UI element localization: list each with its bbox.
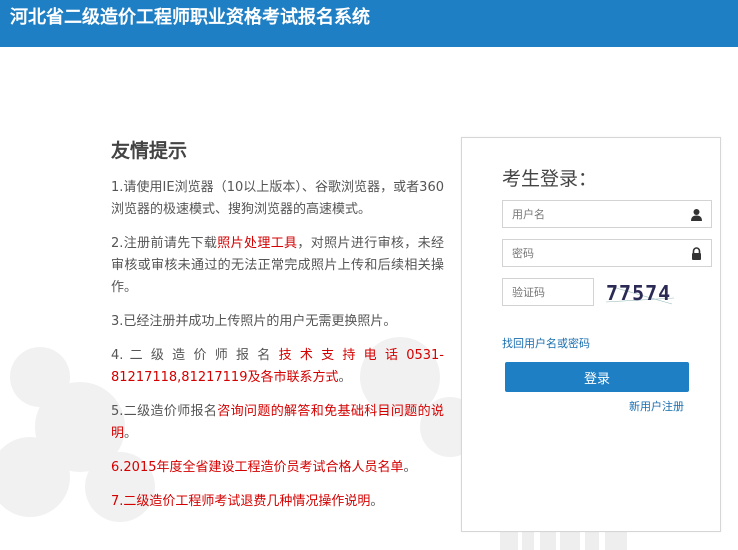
forgot-credentials-link[interactable]: 找回用户名或密码 (502, 335, 590, 351)
captcha-input[interactable] (503, 279, 594, 305)
tip-item-7: 7.二级造价工程师考试退费几种情况操作说明。 (111, 491, 444, 513)
password-input[interactable] (503, 240, 682, 266)
tip-item-5: 5.二级造价师报名咨询问题的解答和免基础科目问题的说明。 (111, 401, 444, 445)
tip-text: 5.二级造价师报名 (111, 404, 218, 419)
captcha-image[interactable]: 77574 (604, 278, 676, 308)
login-button[interactable]: 登录 (505, 362, 689, 392)
tips-panel: 友情提示 1.请使用IE浏览器（10以上版本）、谷歌浏览器，或者360浏览器的极… (111, 136, 444, 525)
tip-text: 2.注册前请先下载 (111, 236, 218, 251)
lock-icon (692, 247, 701, 260)
tip-text: 4. 二 级 造 价 师 报 名 (111, 348, 279, 363)
captcha-text: 77574 (606, 281, 671, 305)
page-title: 河北省二级造价工程师职业资格考试报名系统 (10, 7, 370, 28)
tip-item-1: 1.请使用IE浏览器（10以上版本）、谷歌浏览器，或者360浏览器的极速模式、搜… (111, 177, 444, 221)
captcha-field (502, 278, 594, 306)
register-link[interactable]: 新用户注册 (629, 398, 684, 414)
tip-item-4: 4. 二 级 造 价 师 报 名 技 术 支 持 电 话 0531-812171… (111, 345, 444, 389)
tip-text: 1.请使用IE浏览器（10以上版本）、谷歌浏览器，或者360浏览器的极速模式、搜… (111, 180, 444, 217)
tip-text: 。 (370, 494, 384, 509)
login-panel: 考生登录： 77574 找回用户名或密码 登录 新用户注册 (461, 137, 721, 532)
username-field (502, 200, 712, 228)
login-title: 考生登录： (502, 168, 598, 190)
photo-tool-download-link[interactable]: 照片处理工具 (217, 236, 297, 251)
tip-text: 。 (338, 370, 352, 385)
qualified-list-link[interactable]: 2015年度全省建设工程造价员考试合格人员名单 (123, 460, 403, 475)
tip-text: 6. (111, 460, 124, 475)
tip-item-2: 2.注册前请先下载照片处理工具，对照片进行审核，未经审核或审核未通过的无法正常完… (111, 233, 444, 299)
password-field (502, 239, 712, 267)
tips-heading: 友情提示 (111, 140, 188, 162)
tip-text: 3.已经注册并成功上传照片的用户无需更换照片。 (111, 314, 397, 329)
tip-item-3: 3.已经注册并成功上传照片的用户无需更换照片。 (111, 311, 444, 333)
tip-text: 。 (124, 426, 138, 441)
username-input[interactable] (503, 201, 682, 227)
tip-text: 7. (111, 494, 124, 509)
user-icon (691, 209, 702, 221)
tip-text: 。 (403, 460, 417, 475)
header-bar: 河北省二级造价工程师职业资格考试报名系统 (0, 0, 738, 47)
refund-instructions-link[interactable]: 二级造价工程师考试退费几种情况操作说明 (123, 494, 370, 509)
tip-item-6: 6.2015年度全省建设工程造价员考试合格人员名单。 (111, 457, 444, 479)
